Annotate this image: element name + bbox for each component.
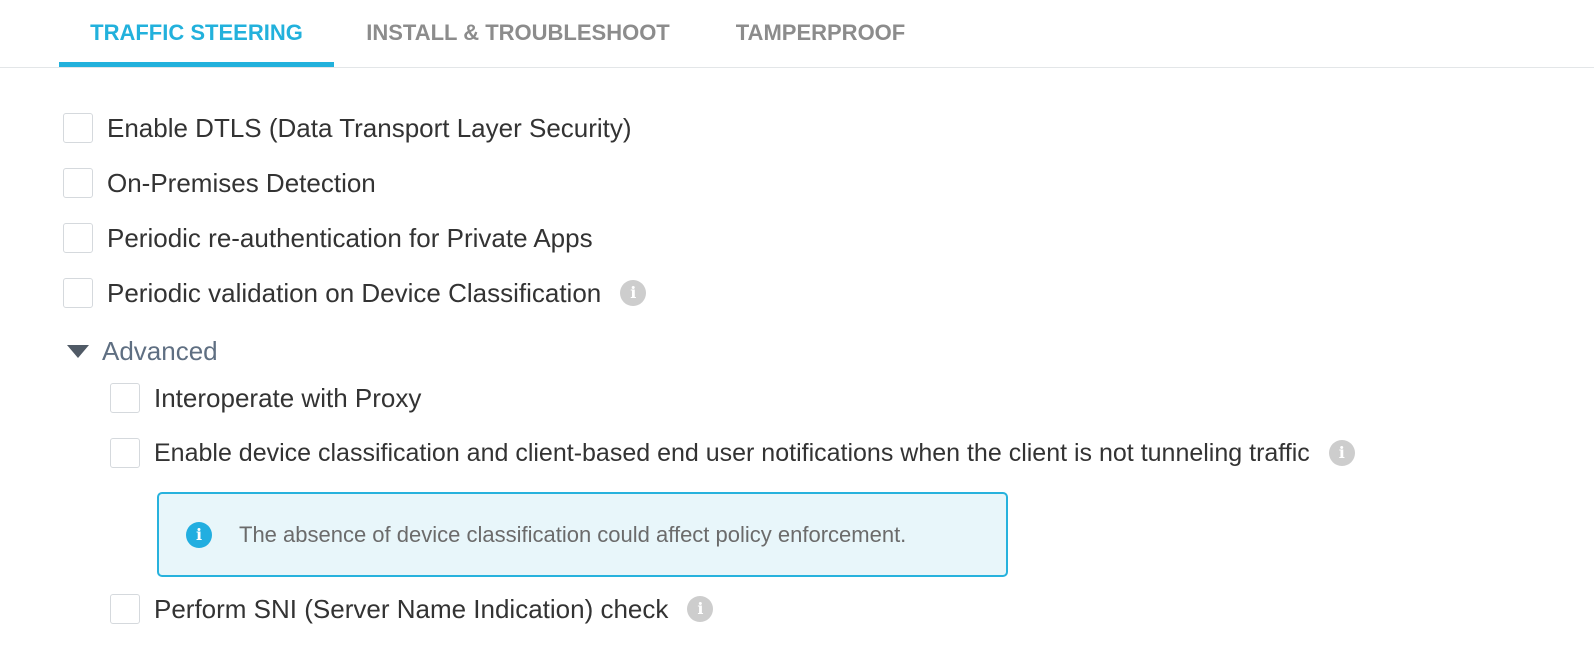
tab-tamperproof[interactable]: TAMPERPROOF xyxy=(722,0,919,67)
caret-down-icon xyxy=(67,344,89,358)
perform-sni-check-checkbox[interactable] xyxy=(110,594,140,624)
option-interoperate-with-proxy: Interoperate with Proxy xyxy=(110,381,421,415)
periodic-validation-checkbox[interactable] xyxy=(63,278,93,308)
on-premises-detection-label: On-Premises Detection xyxy=(107,167,376,198)
option-perform-sni-check: Perform SNI (Server Name Indication) che… xyxy=(110,592,714,626)
device-classification-notice: i The absence of device classification c… xyxy=(157,492,1008,577)
info-icon[interactable]: i xyxy=(687,596,714,622)
tab-install-troubleshoot[interactable]: INSTALL & TROUBLESHOOT xyxy=(355,0,681,67)
info-icon: i xyxy=(186,521,212,548)
device-classification-not-tunneling-checkbox[interactable] xyxy=(110,438,140,468)
option-periodic-reauthentication: Periodic re-authentication for Private A… xyxy=(63,221,593,255)
notice-text: The absence of device classification cou… xyxy=(239,521,907,547)
interoperate-with-proxy-label: Interoperate with Proxy xyxy=(154,382,422,413)
on-premises-detection-checkbox[interactable] xyxy=(63,168,93,198)
option-enable-dtls: Enable DTLS (Data Transport Layer Securi… xyxy=(63,111,632,145)
perform-sni-check-label: Perform SNI (Server Name Indication) che… xyxy=(154,593,669,624)
option-periodic-validation-device-classification: Periodic validation on Device Classifica… xyxy=(63,276,647,310)
advanced-toggle[interactable]: Advanced xyxy=(67,333,218,369)
periodic-reauthentication-label: Periodic re-authentication for Private A… xyxy=(107,222,593,253)
tab-bar: TRAFFIC STEERING INSTALL & TROUBLESHOOT … xyxy=(0,0,1594,68)
option-device-classification-not-tunneling: Enable device classification and client-… xyxy=(110,436,1355,470)
periodic-reauthentication-checkbox[interactable] xyxy=(63,223,93,253)
option-on-premises-detection: On-Premises Detection xyxy=(63,166,376,200)
interoperate-with-proxy-checkbox[interactable] xyxy=(110,383,140,413)
advanced-label: Advanced xyxy=(102,335,218,366)
enable-dtls-label: Enable DTLS (Data Transport Layer Securi… xyxy=(107,112,632,143)
tab-traffic-steering[interactable]: TRAFFIC STEERING xyxy=(59,0,334,67)
info-icon[interactable]: i xyxy=(1328,440,1355,466)
enable-dtls-checkbox[interactable] xyxy=(63,113,93,143)
info-icon[interactable]: i xyxy=(620,280,647,306)
periodic-validation-label: Periodic validation on Device Classifica… xyxy=(107,277,602,308)
device-classification-not-tunneling-label: Enable device classification and client-… xyxy=(154,438,1310,467)
